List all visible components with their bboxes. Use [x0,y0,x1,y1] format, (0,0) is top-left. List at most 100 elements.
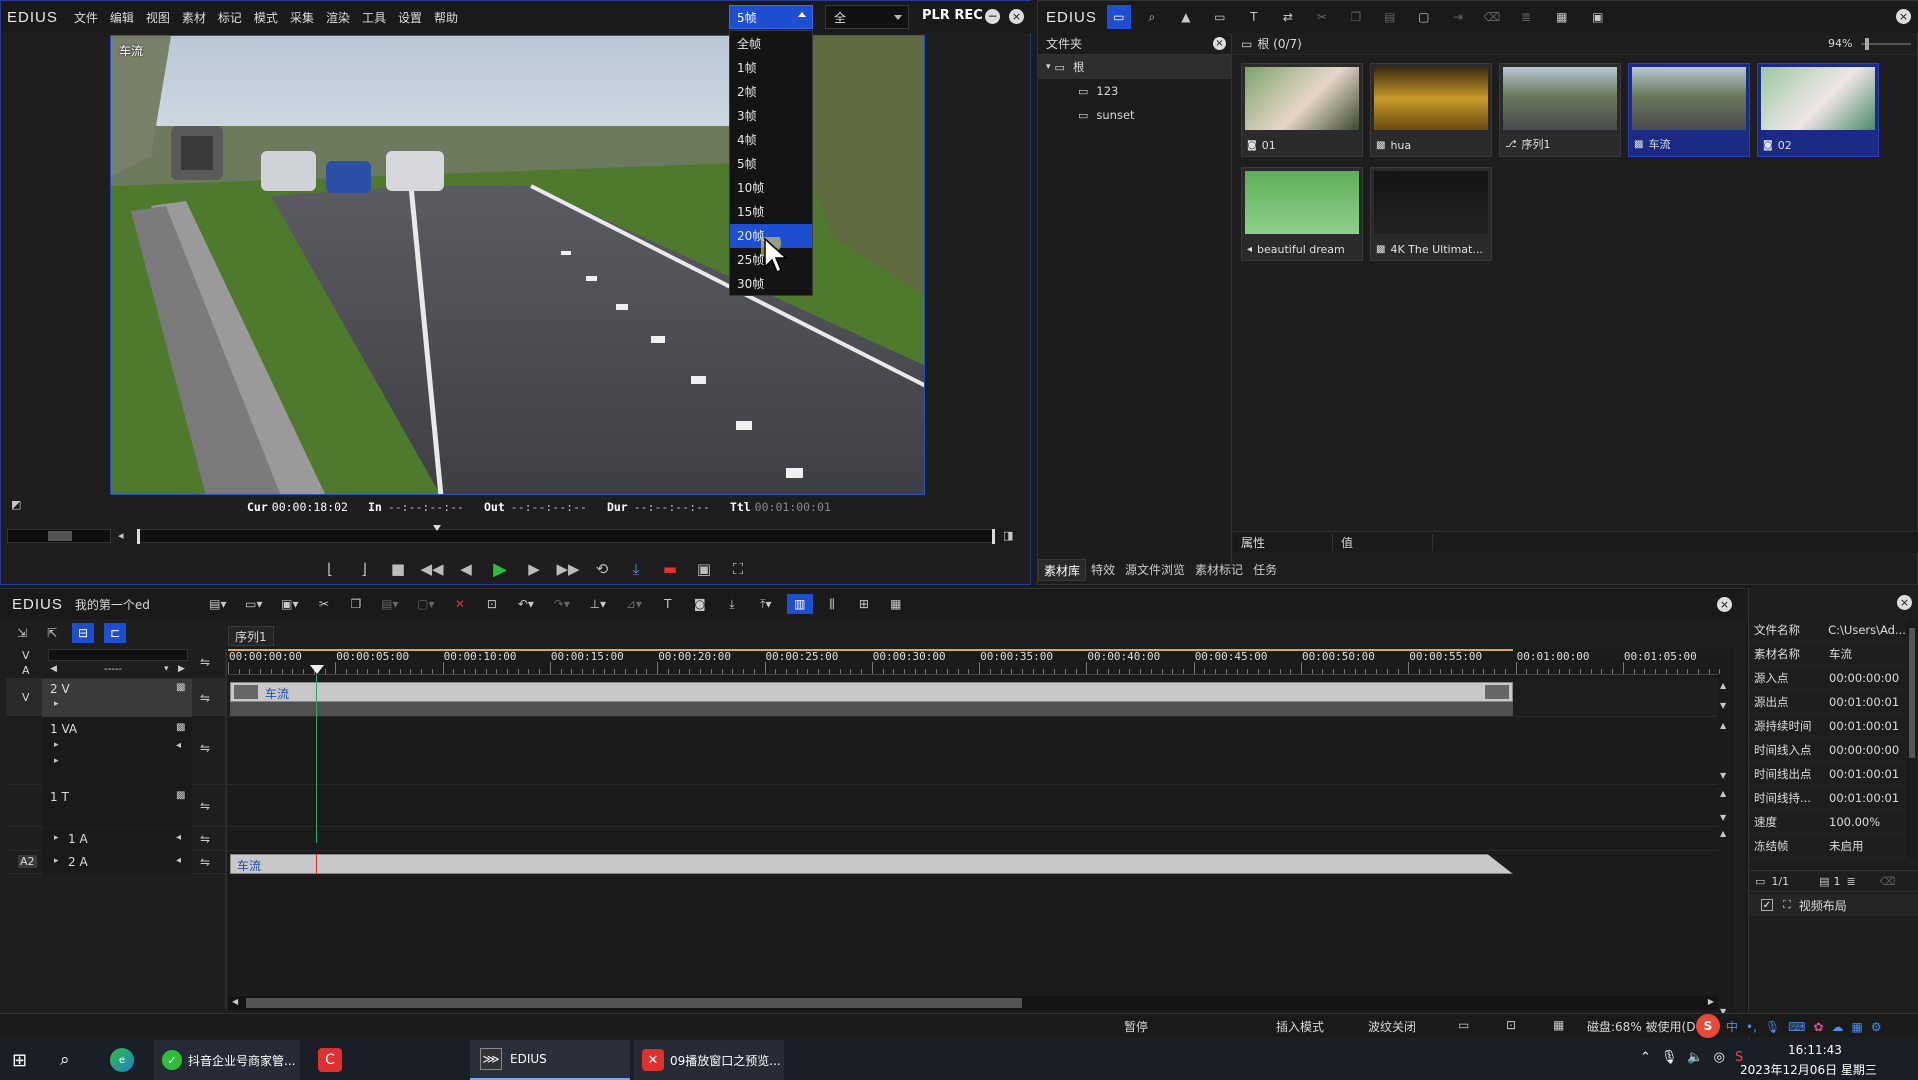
dropdown-option[interactable]: 15帧 [730,200,812,224]
import-icon[interactable]: ⤓ [719,597,745,612]
audio-clip[interactable]: 车流 [230,854,1513,874]
audio-mute-icon[interactable]: ◂ [176,832,181,843]
dropdown-option[interactable]: 3帧 [730,104,812,128]
clip-thumbnail[interactable]: ▩ 车流 [1628,63,1750,157]
dropdown-option[interactable]: 4帧 [730,128,812,152]
rewind-icon[interactable]: ◀◀ [417,554,447,584]
step-back-icon[interactable]: ◀ [451,554,481,584]
mixer-icon[interactable]: ⫼ [819,597,845,612]
menu-item[interactable]: 设置 [392,9,428,26]
dropdown-option[interactable]: 1帧 [730,56,812,80]
zoom-knob[interactable] [1865,38,1869,50]
cut-icon[interactable]: ✂ [311,597,337,611]
fast-forward-icon[interactable]: ▶▶ [553,554,583,584]
scroll-up-icon[interactable]: ▲ [1720,721,1726,730]
info-vscroll-thumb[interactable] [1909,628,1915,758]
view-mode-icon[interactable]: ▦ [1547,10,1577,24]
storyboard-icon[interactable]: ▥ [786,594,813,614]
properties-icon[interactable]: ≣ [1513,10,1539,24]
stop-icon[interactable]: ■ [383,554,413,584]
open-project-icon[interactable]: ▭▾ [239,597,269,611]
dropdown-option[interactable]: 30帧 [730,272,812,296]
effect-row[interactable]: ✓ ⛶ 视频布局 [1749,894,1918,916]
search-icon[interactable]: ⌕ [1139,10,1165,25]
redo-icon[interactable]: ↷▾ [547,597,577,611]
hscroll-thumb[interactable] [246,998,1022,1008]
scroll-down-icon[interactable]: ▼ [1720,771,1726,780]
snap-icon[interactable]: ⊿▾ [619,597,649,611]
close-icon[interactable]: × [1213,37,1226,50]
cloud-icon[interactable]: ☁ [1832,1020,1844,1034]
export-icon[interactable]: ▣ [689,554,719,584]
save-icon[interactable]: ▣▾ [275,597,305,611]
audio-mute-icon[interactable]: ◂ [176,855,181,866]
clip-thumbnail[interactable]: ◂ beautiful dream [1241,167,1363,261]
snapshot-icon[interactable]: ◩ [11,498,21,511]
taskbar-app-douyin[interactable]: ✓ 抖音企业号商家管... [154,1040,300,1080]
delete-icon[interactable]: ✕ [447,597,473,611]
sync-lock-icon[interactable]: ⇋ [200,799,210,813]
sync-lock-icon[interactable]: ⇋ [200,832,210,846]
menu-item[interactable]: 视图 [140,9,176,26]
sync-record-icon[interactable]: ▦ [883,597,909,611]
delete-icon[interactable]: ⌫ [1880,875,1896,888]
cut-icon[interactable]: ✂ [1309,10,1335,24]
set-marker-icon[interactable]: ⊥▾ [583,597,613,611]
playhead-handle[interactable] [310,665,324,674]
expand-track-icon[interactable]: ▸ [54,699,59,709]
step-forward-icon[interactable]: ▶ [519,554,549,584]
timeline-ruler[interactable]: 00:00:00:00 00:00:05:00 00:00:10:00 00:00:1… [228,649,1721,675]
title-icon[interactable]: T [655,597,681,611]
bin-tab[interactable]: 特效 [1086,559,1120,581]
minimize-icon[interactable]: − [985,9,1000,24]
fullscreen-icon[interactable]: ⛶ [723,554,753,584]
show-in-player-icon[interactable]: ▢ [1411,10,1437,24]
scroll-left-icon[interactable]: ◀ [232,997,238,1006]
timeline-hscroll[interactable]: ◀ ▶ [228,996,1718,1010]
set-out-icon[interactable]: ⌋ [349,554,379,584]
menu-item[interactable]: 模式 [248,9,284,26]
collapse-icon[interactable]: ⇱ [42,623,62,643]
search-icon[interactable]: ⌕ [60,1050,70,1070]
scroll-up-icon[interactable]: ▲ [1720,829,1726,838]
overwrite-icon[interactable]: ▬ [655,554,685,584]
sync-lock-icon[interactable]: ⇋ [200,655,210,669]
camera-icon[interactable]: ◙ [687,597,713,611]
bin-tab[interactable]: 素材标记 [1190,559,1248,581]
keyboard-icon[interactable]: ⌨ [1788,1020,1805,1034]
plr-rec-toggle[interactable]: PLR REC [922,8,983,23]
chevron-down-icon[interactable]: ▾ [164,664,169,674]
sogou-ime-icon[interactable]: S [1696,1014,1720,1038]
clip-thumbnail[interactable]: ◙ 02 [1757,63,1879,157]
timeline-scrub-bar[interactable] [137,525,995,544]
folder-tree-item[interactable]: ▭ sunset [1038,103,1231,127]
export-icon[interactable]: ⤒▾ [751,597,781,612]
safe-area-icon[interactable]: ⊞ [851,597,877,611]
frame-step-select[interactable]: 5帧 [729,5,813,29]
mic-icon[interactable]: 🎙 [1765,1020,1780,1034]
close-icon[interactable]: × [1896,9,1911,24]
folder-view-icon[interactable]: ▭ [1106,5,1131,29]
close-icon[interactable]: × [1717,597,1732,612]
open-folder-icon[interactable]: ▭ [1207,10,1233,24]
sequence-icon[interactable]: ▤▾ [203,597,233,611]
taskbar-app-wps[interactable]: ✕ 09播放窗口之预览... [634,1040,784,1080]
delete-icon[interactable]: ⌫ [1479,10,1505,24]
up-folder-icon[interactable]: ▲ [1173,10,1199,24]
bin-settings-icon[interactable]: ▣ [1585,10,1611,24]
ppt-tool-icon[interactable]: C [318,1048,342,1072]
group-mode-icon[interactable]: ⊏ [104,623,126,643]
status-insert-mode[interactable]: 插入模式 [1276,1018,1324,1035]
punctuation-icon[interactable]: •, [1746,1020,1757,1034]
timeline-area[interactable]: 00:00:00:00 00:00:05:00 00:00:10:00 00:00:1… [228,649,1734,1019]
dropdown-option[interactable]: 10帧 [730,176,812,200]
layers-icon[interactable]: ▤ [1819,875,1829,888]
menu-item[interactable]: 编辑 [104,9,140,26]
caret-left-icon[interactable]: ◀ [50,664,57,674]
scroll-down-icon[interactable]: ▼ [1720,701,1726,710]
sync-icon[interactable]: ◨ [1003,529,1013,542]
taskbar-app-edius[interactable]: ⋙ EDIUS [470,1040,630,1080]
expand-track-icon[interactable]: ▸ [54,740,59,750]
checkbox-checked-icon[interactable]: ✓ [1761,899,1773,911]
volume-icon[interactable]: 🔈 [1687,1050,1703,1065]
